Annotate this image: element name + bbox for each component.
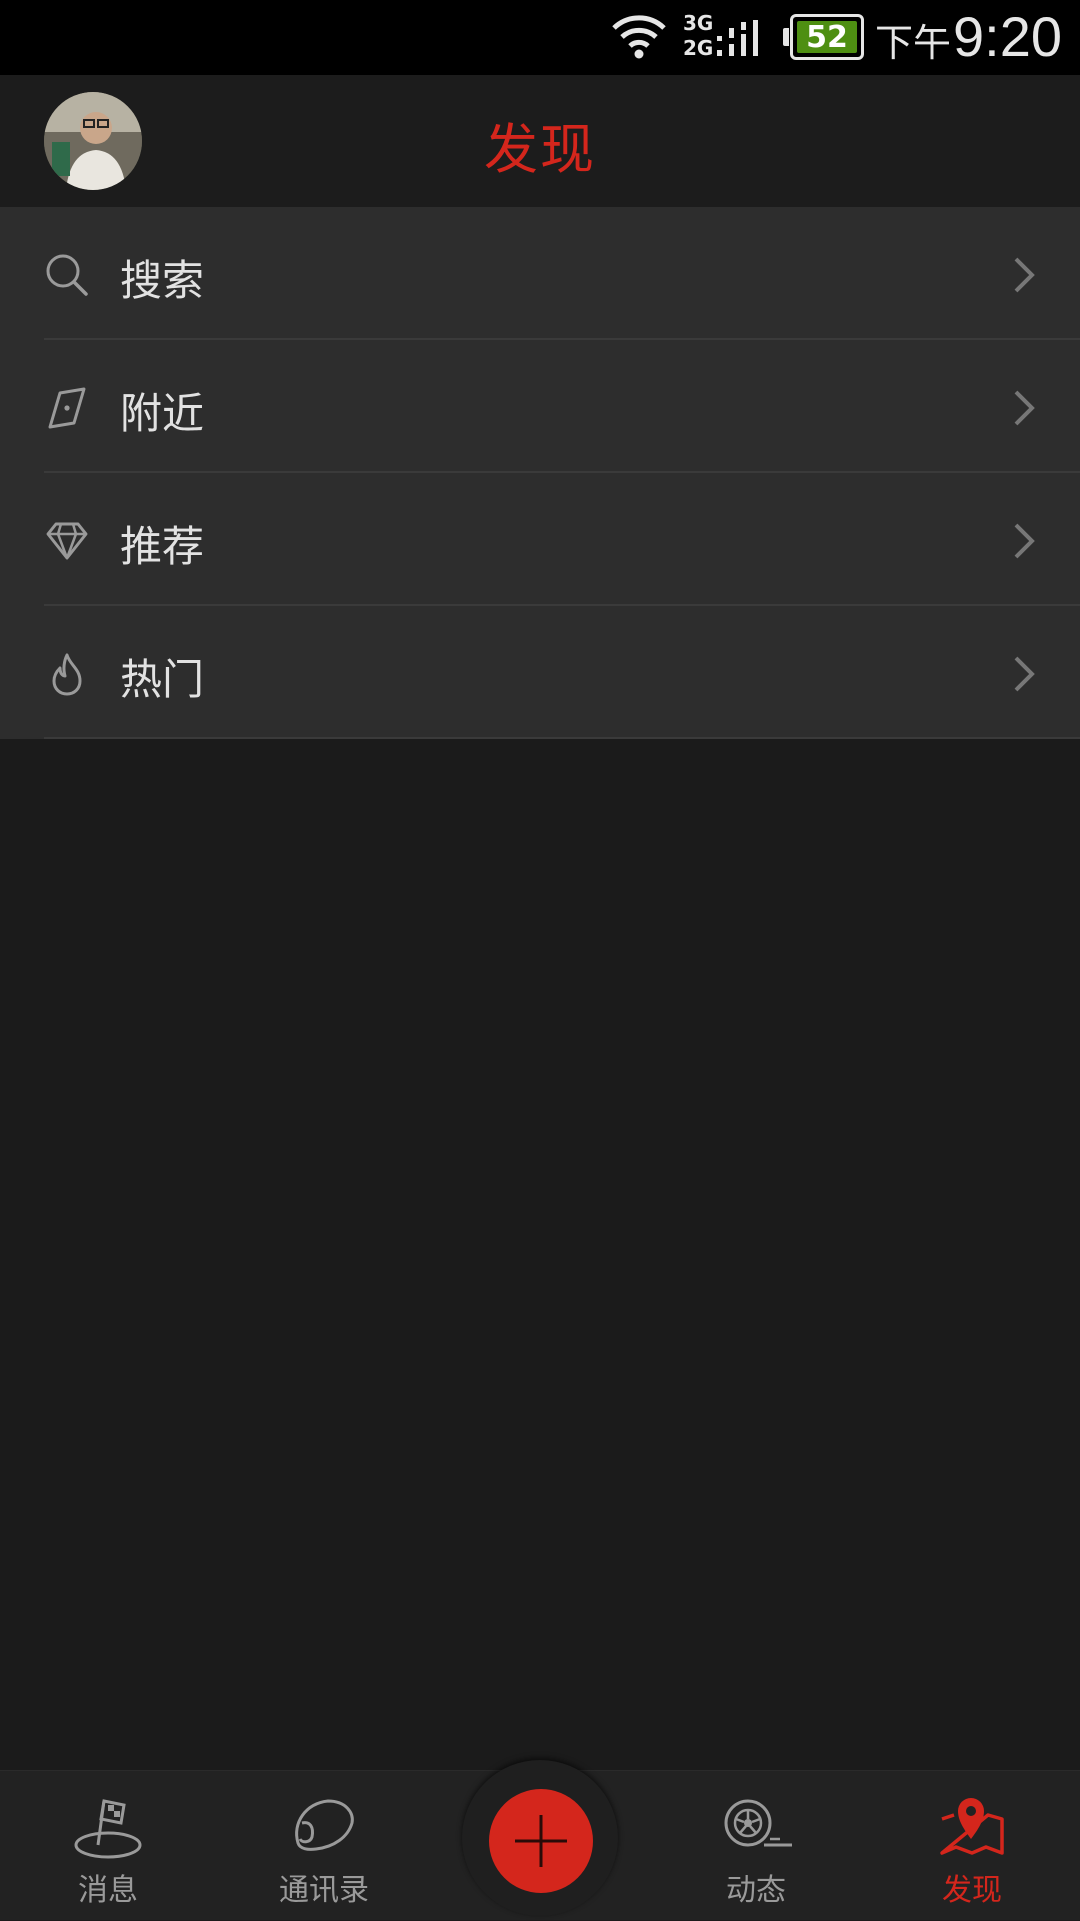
chevron-right-icon bbox=[1014, 523, 1035, 559]
menu-item-label: 热门 bbox=[120, 655, 205, 704]
tab-messages[interactable]: 消息 bbox=[0, 1771, 216, 1921]
battery-level: 52 bbox=[806, 19, 848, 55]
clock-time: 9:20 bbox=[953, 5, 1062, 68]
menu-item-label: 推荐 bbox=[120, 522, 205, 571]
status-bar: 3G 2G 52 下午 9:20 bbox=[0, 0, 1080, 75]
flag-icon bbox=[74, 1799, 142, 1859]
app-header: 发现 bbox=[0, 75, 1080, 207]
chevron-right-icon bbox=[1014, 390, 1035, 426]
tab-contacts[interactable]: 通讯录 bbox=[216, 1771, 432, 1921]
discover-menu: 搜索 附近 推荐 热门 bbox=[0, 207, 1080, 739]
chevron-right-icon bbox=[1014, 257, 1035, 293]
menu-item-recommend[interactable]: 推荐 bbox=[0, 473, 1080, 606]
battery-icon: 52 bbox=[783, 14, 864, 60]
tab-discover[interactable]: 发现 bbox=[864, 1771, 1080, 1921]
flame-icon bbox=[52, 653, 82, 696]
page-title: 发现 bbox=[484, 118, 596, 181]
plus-icon bbox=[515, 1815, 567, 1867]
add-button[interactable] bbox=[489, 1789, 593, 1893]
map-pin-icon bbox=[940, 1798, 1004, 1855]
search-icon bbox=[46, 254, 88, 296]
divider bbox=[44, 737, 1080, 739]
menu-item-nearby[interactable]: 附近 bbox=[0, 340, 1080, 473]
tab-label: 发现 bbox=[942, 1873, 1002, 1908]
clock-ampm: 下午 bbox=[874, 21, 951, 65]
network-type-bottom: 2G bbox=[683, 36, 714, 60]
network-type-top: 3G bbox=[683, 11, 714, 35]
menu-item-label: 搜索 bbox=[120, 256, 205, 305]
tab-feed[interactable]: 动态 bbox=[648, 1771, 864, 1921]
compass-icon bbox=[48, 387, 86, 429]
diamond-icon bbox=[46, 522, 88, 560]
tab-label: 通讯录 bbox=[279, 1873, 369, 1908]
cellular-signal: 3G 2G bbox=[683, 10, 773, 62]
tab-label: 消息 bbox=[78, 1873, 138, 1908]
menu-item-label: 附近 bbox=[120, 389, 205, 438]
tab-label: 动态 bbox=[726, 1873, 786, 1908]
menu-item-search[interactable]: 搜索 bbox=[0, 207, 1080, 340]
clock: 下午 9:20 bbox=[875, 4, 1062, 74]
chevron-right-icon bbox=[1014, 656, 1035, 692]
menu-item-hot[interactable]: 热门 bbox=[0, 606, 1080, 739]
wheel-icon bbox=[724, 1799, 792, 1847]
wifi-icon bbox=[612, 15, 666, 59]
helmet-icon bbox=[295, 1799, 354, 1851]
signal-bars-icon bbox=[717, 20, 758, 56]
